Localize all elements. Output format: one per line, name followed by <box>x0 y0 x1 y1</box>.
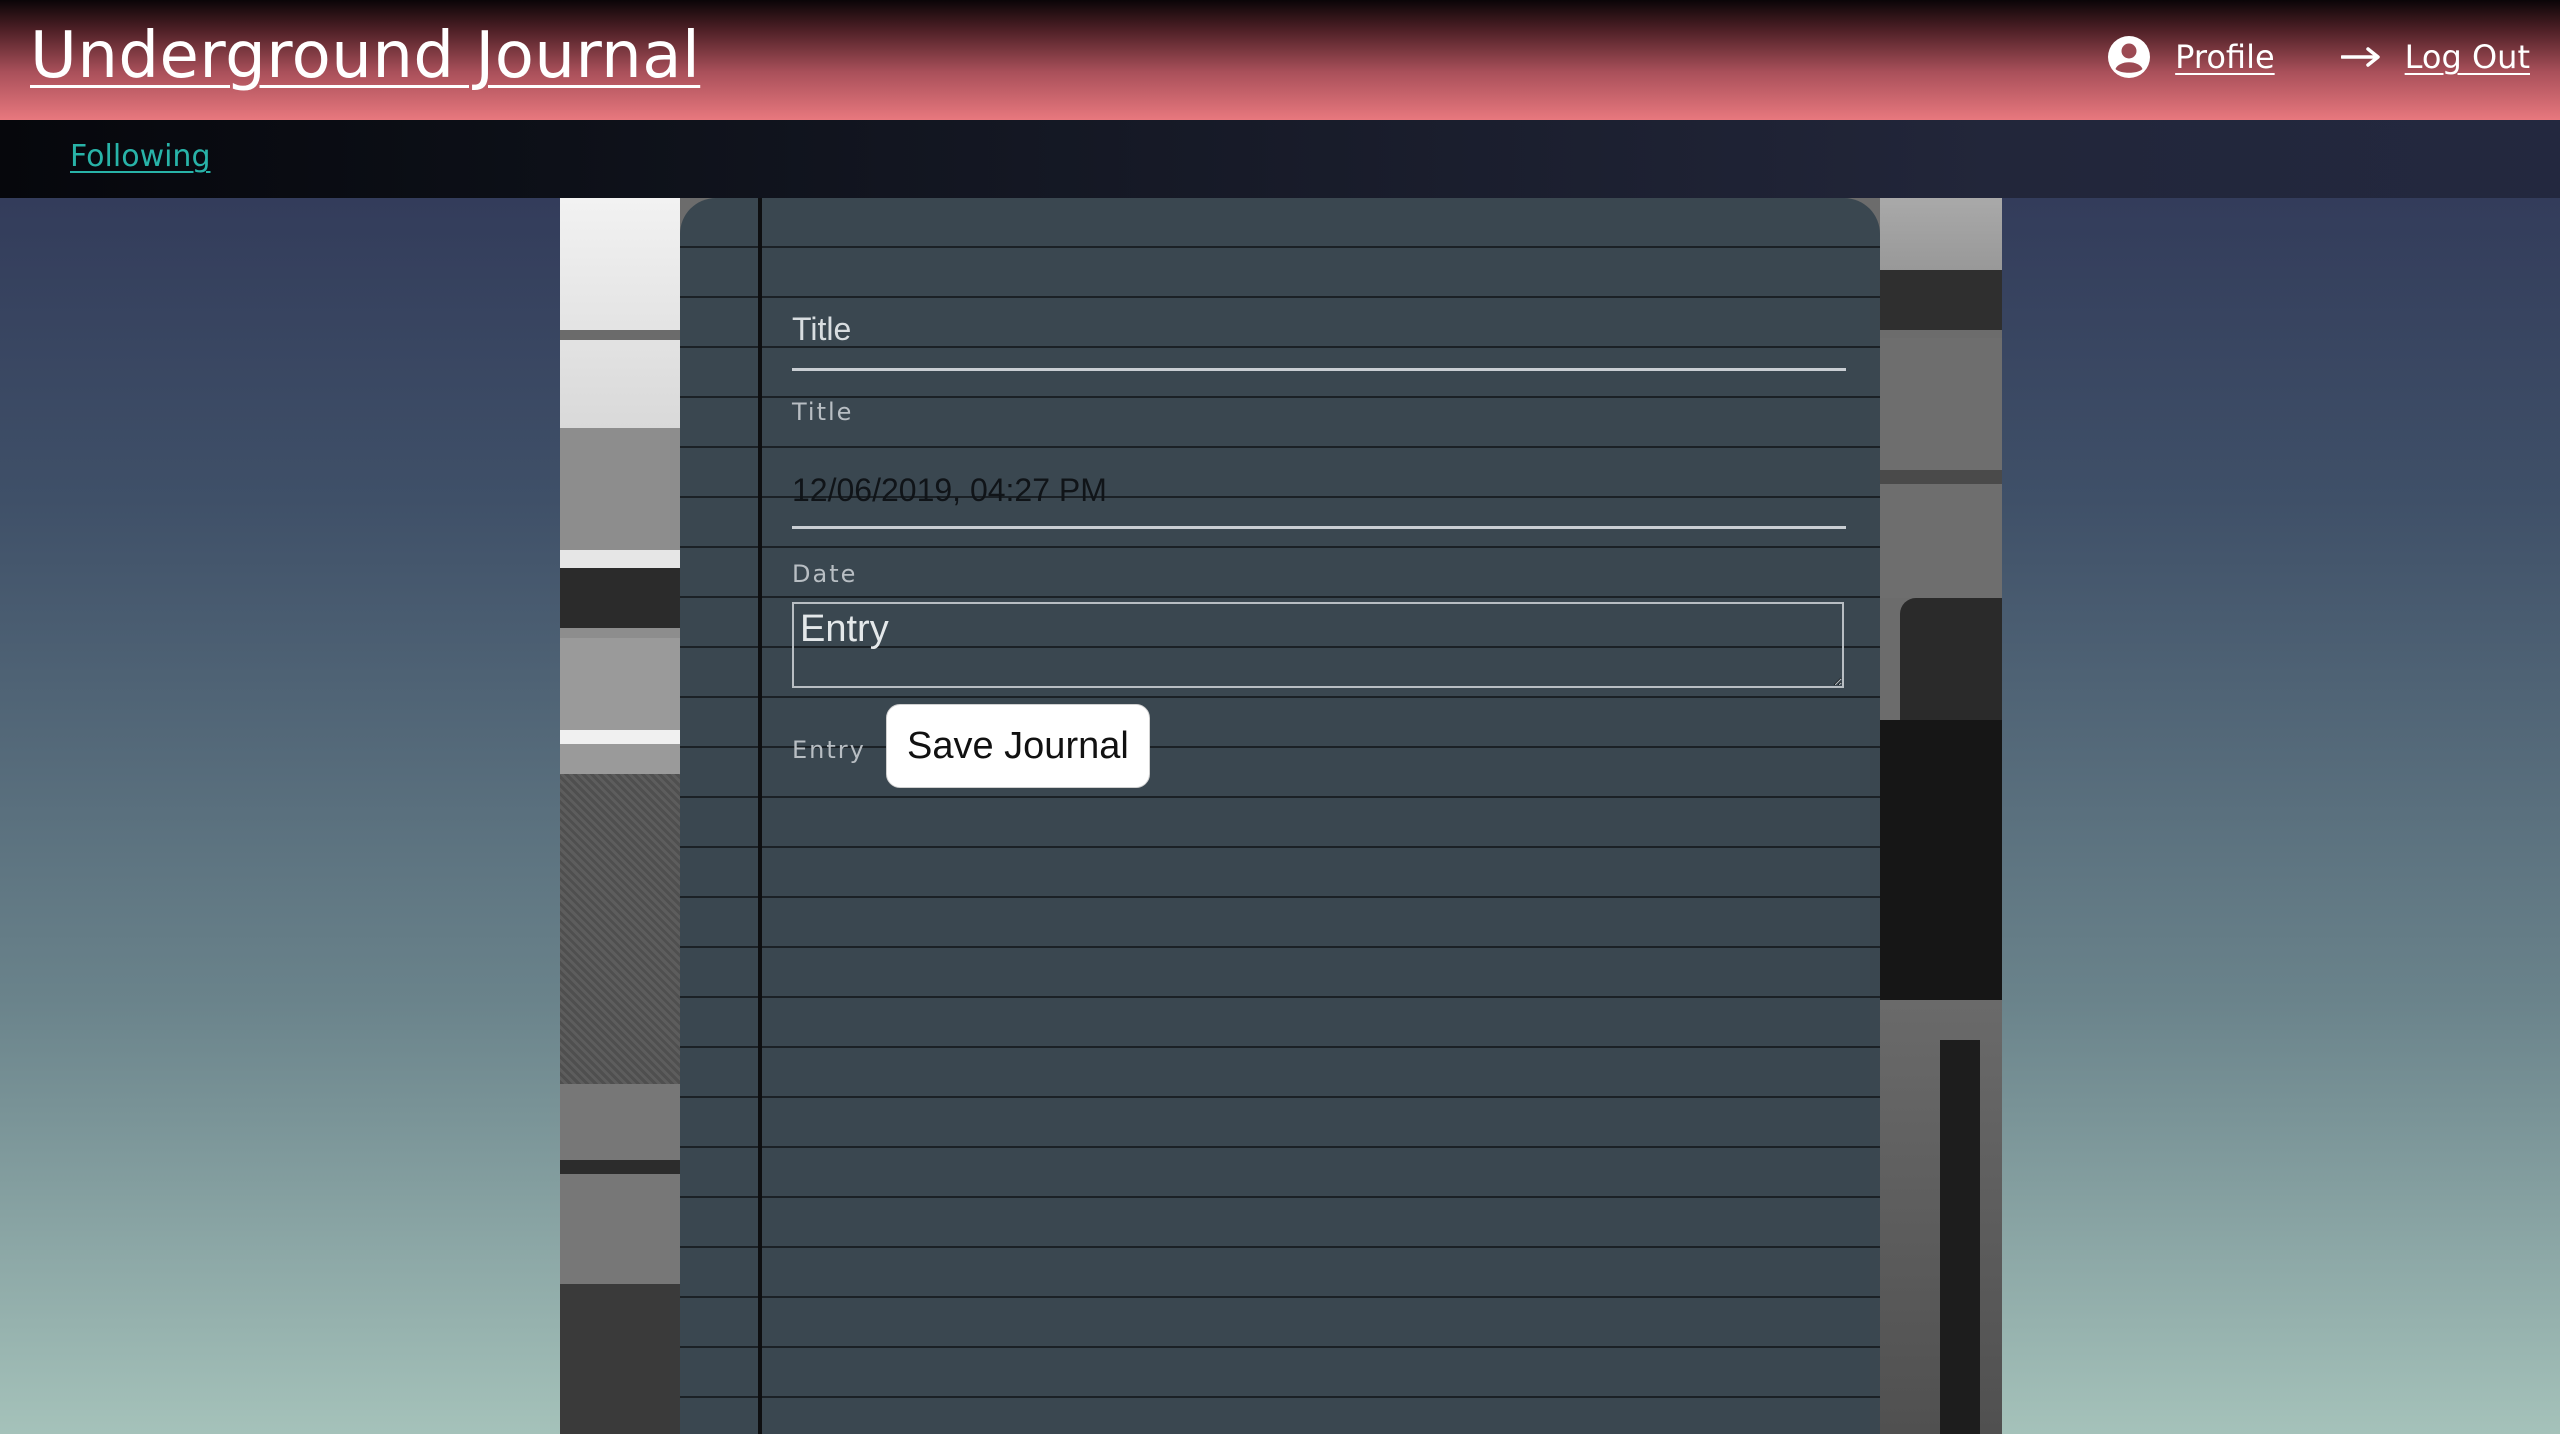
profile-link[interactable]: Profile <box>2175 38 2275 76</box>
app-header: Underground Journal Profile Log Out <box>0 0 2560 120</box>
arrow-right-icon[interactable] <box>2340 47 2381 67</box>
header-nav: Profile Log Out <box>2107 0 2530 114</box>
title-label: Title <box>792 398 854 426</box>
notebook-margin-line <box>758 198 762 1434</box>
title-input[interactable] <box>792 290 1846 371</box>
following-link[interactable]: Following <box>70 139 211 174</box>
app-title-link[interactable]: Underground Journal <box>30 14 700 98</box>
entry-label: Entry <box>792 736 866 764</box>
save-journal-button[interactable]: Save Journal <box>886 704 1150 788</box>
user-circle-icon[interactable] <box>2107 35 2151 79</box>
sub-navigation: Following <box>0 120 2560 198</box>
date-label: Date <box>792 560 858 588</box>
journal-form: Title Date Entry <box>680 198 1880 1434</box>
logout-link[interactable]: Log Out <box>2405 38 2530 76</box>
entry-textarea[interactable] <box>792 602 1844 688</box>
date-input[interactable] <box>792 454 1846 529</box>
